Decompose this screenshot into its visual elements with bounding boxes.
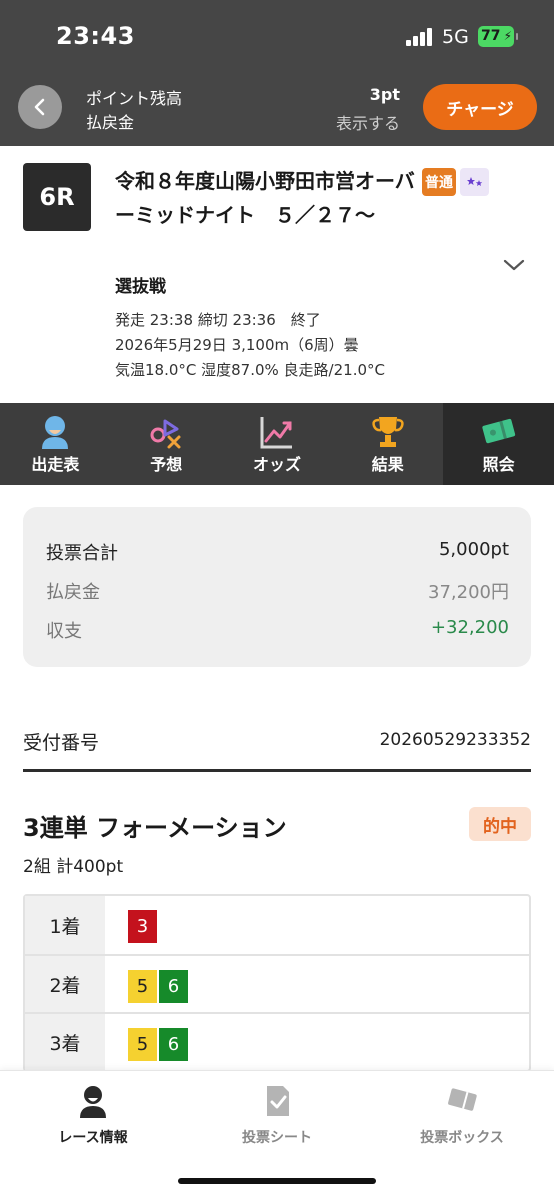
prediction-icon bbox=[150, 419, 181, 449]
hit-status-badge: 的中 bbox=[469, 807, 531, 841]
show-refund-link[interactable]: 表示する bbox=[336, 110, 400, 134]
tab-results[interactable]: 結果 bbox=[332, 403, 443, 485]
battery-icon: 77 ⚡ bbox=[478, 26, 518, 47]
balance-label: 収支 bbox=[46, 621, 82, 642]
balance-value: +32,200 bbox=[430, 617, 509, 638]
refund-label: 払戻金 bbox=[86, 113, 135, 132]
ticket-icon bbox=[481, 418, 515, 444]
race-number-badge: 6R bbox=[23, 163, 91, 231]
race-tab-bar: 出走表 予想 オッズ 結果 照会 bbox=[0, 403, 554, 485]
table-row: 3着 5 6 bbox=[25, 1012, 529, 1070]
bike-number-chip: 6 bbox=[159, 1028, 188, 1061]
chevron-down-icon[interactable] bbox=[502, 256, 526, 274]
place-label: 3着 bbox=[25, 1014, 105, 1070]
race-date-distance: 2026年5月29日 3,100m（6周）曇 bbox=[115, 336, 359, 354]
place-numbers: 5 6 bbox=[128, 970, 188, 1003]
tab-entries[interactable]: 出走表 bbox=[0, 403, 111, 485]
grade-tag-normal: 普通 bbox=[422, 168, 456, 196]
charging-bolt-icon: ⚡ bbox=[503, 29, 512, 43]
home-indicator bbox=[178, 1178, 376, 1184]
ticket-box-icon bbox=[448, 1088, 477, 1111]
race-title: 令和８年度山陽小野田市営オーバーミッドナイト ５／２７〜 bbox=[115, 169, 415, 227]
chevron-left-icon bbox=[34, 98, 45, 116]
tab-label: 予想 bbox=[150, 455, 183, 474]
points-label: ポイント残高 bbox=[86, 89, 183, 108]
signal-icon bbox=[406, 28, 434, 46]
tab-label: 照会 bbox=[482, 455, 515, 474]
network-type: 5G bbox=[442, 26, 469, 48]
racer-icon bbox=[42, 416, 69, 449]
formation-table: 1着 3 2着 5 6 3着 5 6 bbox=[23, 894, 531, 1072]
bottom-nav-race-info[interactable]: レース情報 bbox=[13, 1083, 173, 1147]
tab-label: 出走表 bbox=[31, 455, 80, 474]
bottom-nav-label: 投票シート bbox=[242, 1130, 312, 1146]
place-numbers: 5 6 bbox=[128, 1028, 188, 1061]
bike-number-chip: 3 bbox=[128, 910, 157, 943]
check-sheet-icon bbox=[267, 1086, 289, 1116]
bike-number-chip: 6 bbox=[159, 970, 188, 1003]
summary-card: 投票合計 5,000pt 払戻金 37,200円 収支 +32,200 bbox=[23, 507, 531, 667]
refund-label: 払戻金 bbox=[46, 582, 100, 603]
tab-label: 結果 bbox=[371, 455, 404, 474]
bike-number-chip: 5 bbox=[128, 970, 157, 1003]
receipt-number-label: 受付番号 bbox=[23, 732, 100, 754]
race-class: 選抜戦 bbox=[115, 277, 166, 297]
bottom-nav-bet-box[interactable]: 投票ボックス bbox=[382, 1083, 542, 1147]
back-button[interactable] bbox=[18, 85, 62, 129]
bottom-nav-bet-sheet[interactable]: 投票シート bbox=[197, 1083, 357, 1147]
status-bar: 23:43 5G 77 ⚡ bbox=[0, 0, 554, 72]
bike-number-chip: 5 bbox=[128, 1028, 157, 1061]
refund-value: 37,200円 bbox=[428, 582, 509, 603]
race-schedule: 発走 23:38 締切 23:36 終了 bbox=[115, 311, 321, 329]
trophy-icon bbox=[372, 417, 404, 447]
racer-icon bbox=[80, 1086, 106, 1118]
battery-level: 77 bbox=[481, 28, 501, 44]
bottom-nav-label: レース情報 bbox=[58, 1130, 128, 1146]
bottom-nav-label: 投票ボックス bbox=[420, 1130, 504, 1146]
status-time: 23:43 bbox=[56, 22, 135, 50]
tab-inquiry[interactable]: 照会 bbox=[443, 403, 554, 485]
night-star-icon bbox=[460, 168, 489, 196]
odds-chart-icon bbox=[260, 417, 292, 449]
points-value: 3pt bbox=[369, 85, 400, 104]
place-numbers: 3 bbox=[128, 910, 157, 943]
tab-label: オッズ bbox=[252, 455, 301, 474]
charge-button[interactable]: チャージ bbox=[423, 84, 537, 130]
divider bbox=[23, 769, 531, 772]
total-value: 5,000pt bbox=[438, 539, 509, 560]
tab-prediction[interactable]: 予想 bbox=[111, 403, 222, 485]
race-conditions: 気温18.0°C 湿度87.0% 良走路/21.0°C bbox=[115, 361, 385, 379]
receipt-number-value: 20260529233352 bbox=[379, 730, 531, 750]
place-label: 1着 bbox=[25, 896, 105, 954]
bet-count: 2組 計400pt bbox=[23, 857, 124, 877]
bet-type-title: 3連単 フォーメーション bbox=[23, 814, 287, 842]
table-row: 1着 3 bbox=[25, 896, 529, 954]
table-row: 2着 5 6 bbox=[25, 954, 529, 1012]
total-label: 投票合計 bbox=[46, 543, 118, 564]
tab-odds[interactable]: オッズ bbox=[222, 403, 333, 485]
place-label: 2着 bbox=[25, 956, 105, 1012]
